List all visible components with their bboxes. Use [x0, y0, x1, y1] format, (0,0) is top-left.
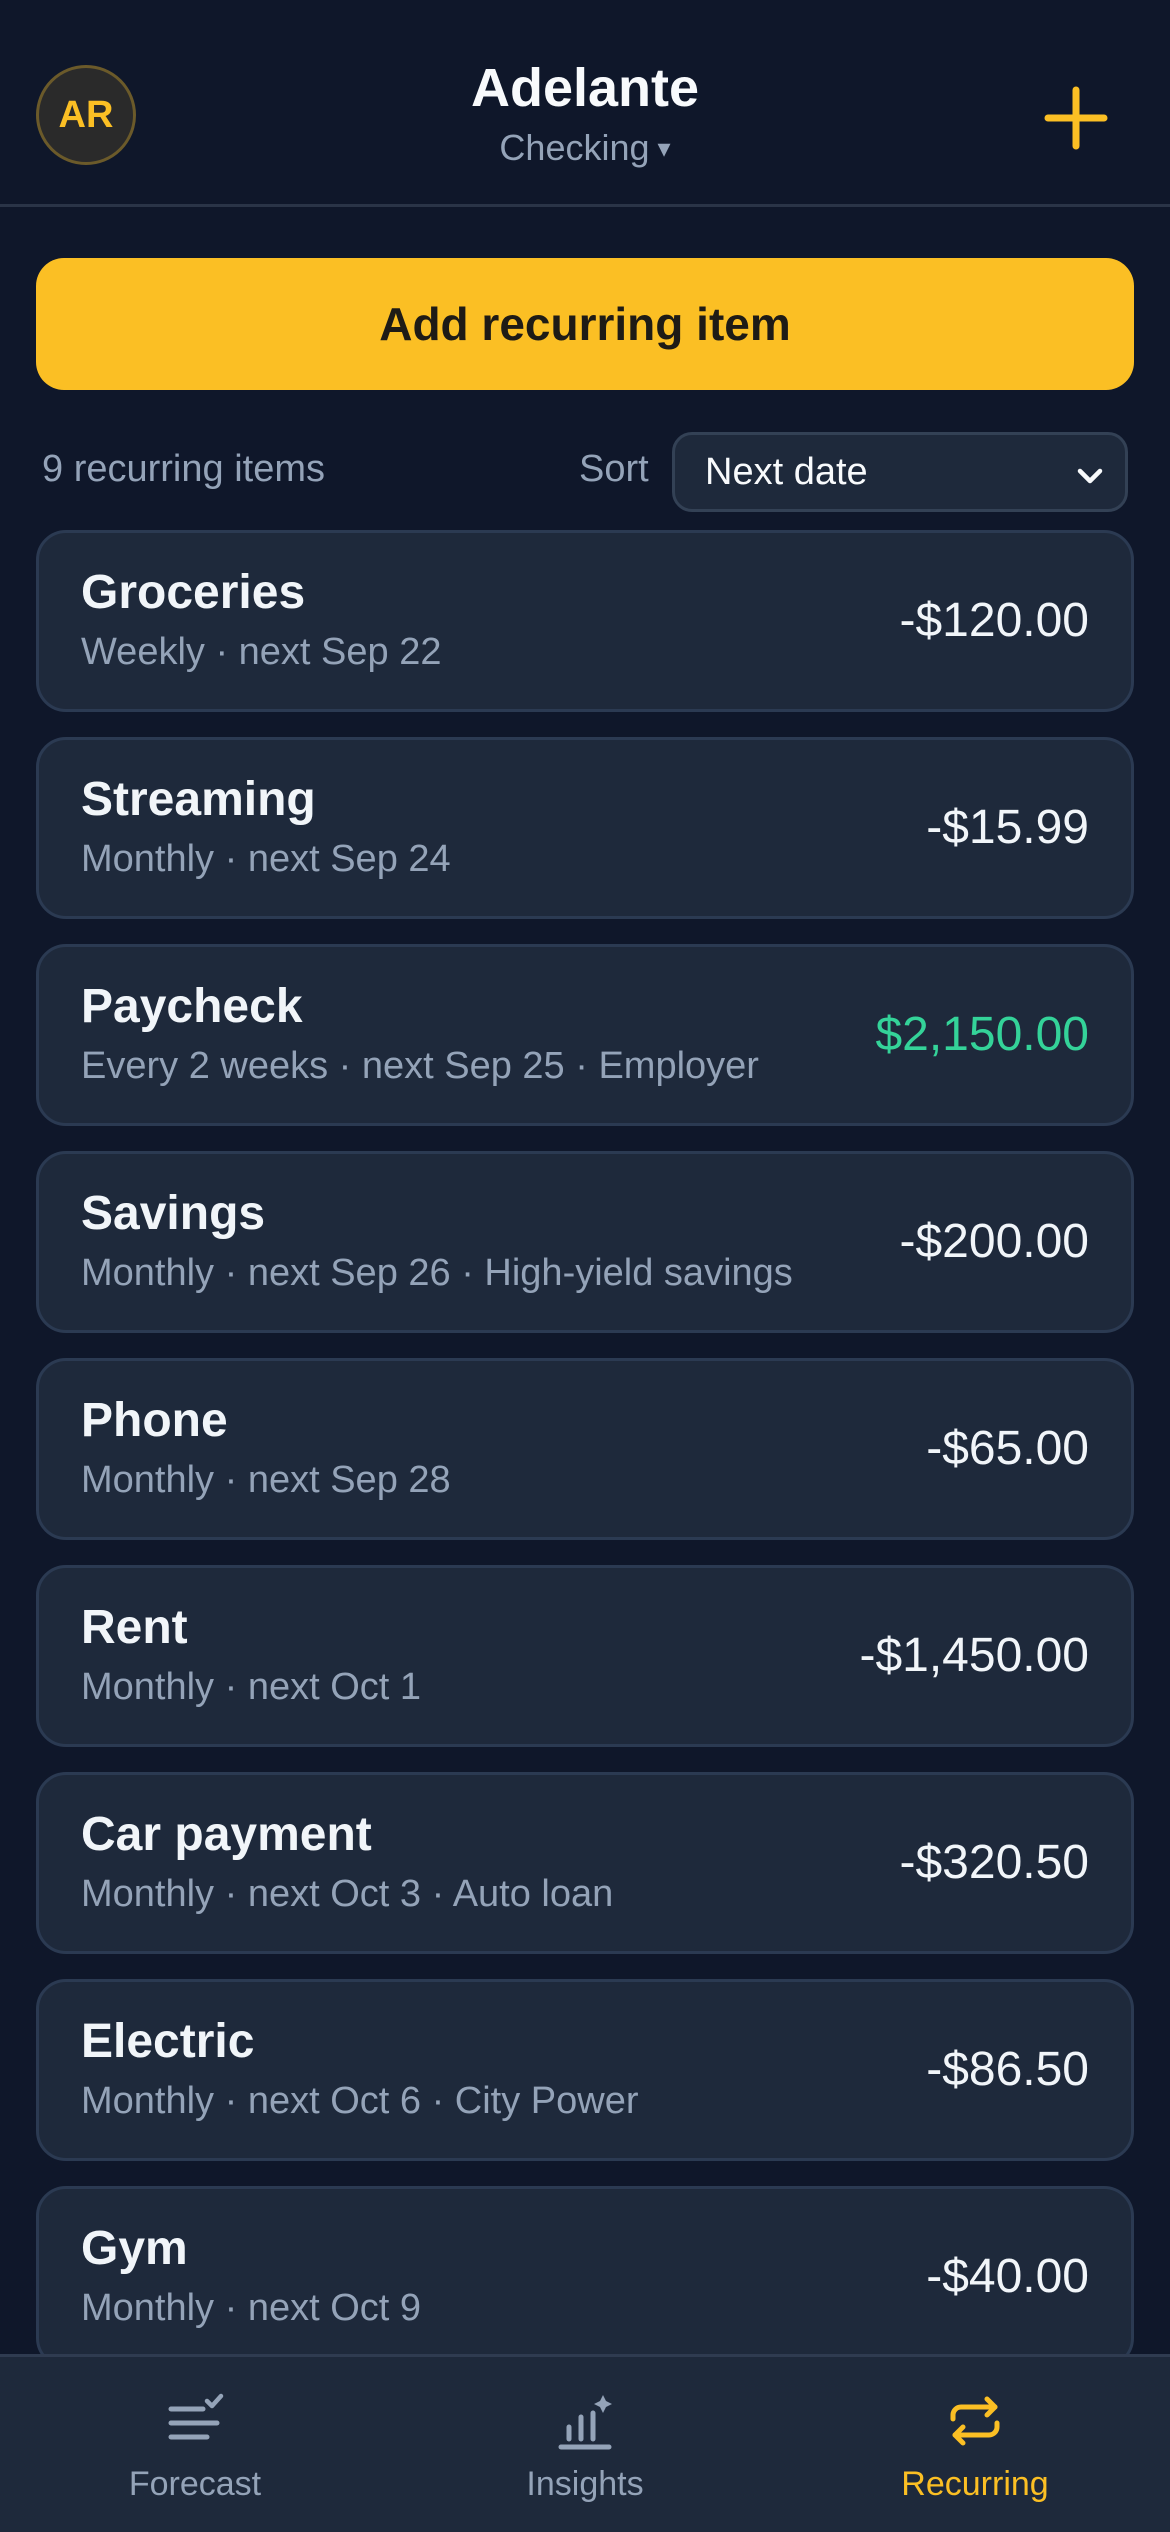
list-item[interactable]: Gym Monthly · next Oct 9 -$40.00	[36, 2186, 1134, 2368]
nav-recurring-label: Recurring	[901, 2465, 1049, 2503]
sort-selected-value: Next date	[705, 450, 868, 493]
item-amount: -$120.00	[899, 594, 1090, 647]
item-amount: -$15.99	[926, 801, 1089, 854]
item-amount: -$65.00	[926, 1422, 1089, 1475]
header-brand: Adelante Checking ▾	[0, 56, 1170, 170]
nav-forecast-label: Forecast	[128, 2465, 262, 2503]
plus-icon	[1044, 86, 1108, 150]
item-name: Streaming	[81, 773, 316, 826]
item-name: Gym	[81, 2222, 188, 2275]
list-item[interactable]: Groceries Weekly · next Sep 22 -$120.00	[36, 530, 1134, 712]
chevron-down-icon	[1077, 468, 1103, 484]
list-item[interactable]: Streaming Monthly · next Sep 24 -$15.99	[36, 737, 1134, 919]
item-meta: Monthly · next Sep 24	[81, 838, 451, 880]
item-name: Phone	[81, 1394, 228, 1447]
item-meta: Weekly · next Sep 22	[81, 631, 442, 673]
item-name: Car payment	[81, 1808, 372, 1861]
item-amount: -$320.50	[899, 1836, 1090, 1889]
caret-down-icon: ▾	[657, 133, 671, 163]
sort-select[interactable]: Next date	[672, 432, 1128, 512]
item-name: Groceries	[81, 566, 306, 619]
account-name: Checking	[499, 127, 650, 168]
item-name: Rent	[81, 1601, 188, 1654]
nav-insights-label: Insights	[526, 2465, 644, 2503]
item-meta: Monthly · next Oct 9	[81, 2287, 422, 2329]
item-name: Savings	[81, 1187, 266, 1240]
item-meta: Monthly · next Oct 3 · Auto loan	[81, 1873, 614, 1915]
item-meta: Monthly · next Oct 1	[81, 1666, 422, 1708]
list-item[interactable]: Savings Monthly · next Sep 26 · High-yie…	[36, 1151, 1134, 1333]
item-meta: Monthly · next Sep 28	[81, 1459, 451, 1501]
item-meta: Monthly · next Oct 6 · City Power	[81, 2080, 639, 2122]
add-recurring-button[interactable]: Add recurring item	[36, 258, 1134, 390]
item-meta: Every 2 weeks · next Sep 25 · Employer	[81, 1045, 759, 1087]
list-item[interactable]: Rent Monthly · next Oct 1 -$1,450.00	[36, 1565, 1134, 1747]
item-amount: -$1,450.00	[859, 1629, 1089, 1682]
list-item[interactable]: Phone Monthly · next Sep 28 -$65.00	[36, 1358, 1134, 1540]
sort-label: Sort	[579, 448, 649, 490]
nav-recurring[interactable]: Recurring	[780, 2357, 1170, 2532]
item-amount: -$40.00	[926, 2250, 1089, 2303]
forecast-list-icon	[168, 2393, 224, 2440]
item-amount: $2,150.00	[875, 1008, 1089, 1061]
list-item[interactable]: Electric Monthly · next Oct 6 · City Pow…	[36, 1979, 1134, 2161]
item-amount: -$200.00	[899, 1215, 1090, 1268]
item-name: Paycheck	[81, 980, 303, 1033]
nav-insights[interactable]: Insights	[390, 2357, 780, 2532]
list-item[interactable]: Car payment Monthly · next Oct 3 · Auto …	[36, 1772, 1134, 1954]
repeat-icon	[950, 2396, 1000, 2446]
add-icon-button[interactable]	[1036, 78, 1116, 158]
item-meta: Monthly · next Sep 26 · High-yield savin…	[81, 1252, 793, 1294]
nav-forecast[interactable]: Forecast	[0, 2357, 390, 2532]
item-amount: -$86.50	[926, 2043, 1089, 2096]
bar-chart-sparkle-icon	[558, 2395, 612, 2450]
app-header: AR Adelante Checking ▾	[0, 0, 1170, 207]
account-switcher[interactable]: Checking ▾	[499, 126, 670, 170]
item-name: Electric	[81, 2015, 255, 2068]
list-item[interactable]: Paycheck Every 2 weeks · next Sep 25 · E…	[36, 944, 1134, 1126]
app-title: Adelante	[470, 58, 700, 118]
items-count: 9 recurring items	[42, 448, 325, 490]
bottom-nav: Forecast Insights Recurring	[0, 2354, 1170, 2532]
